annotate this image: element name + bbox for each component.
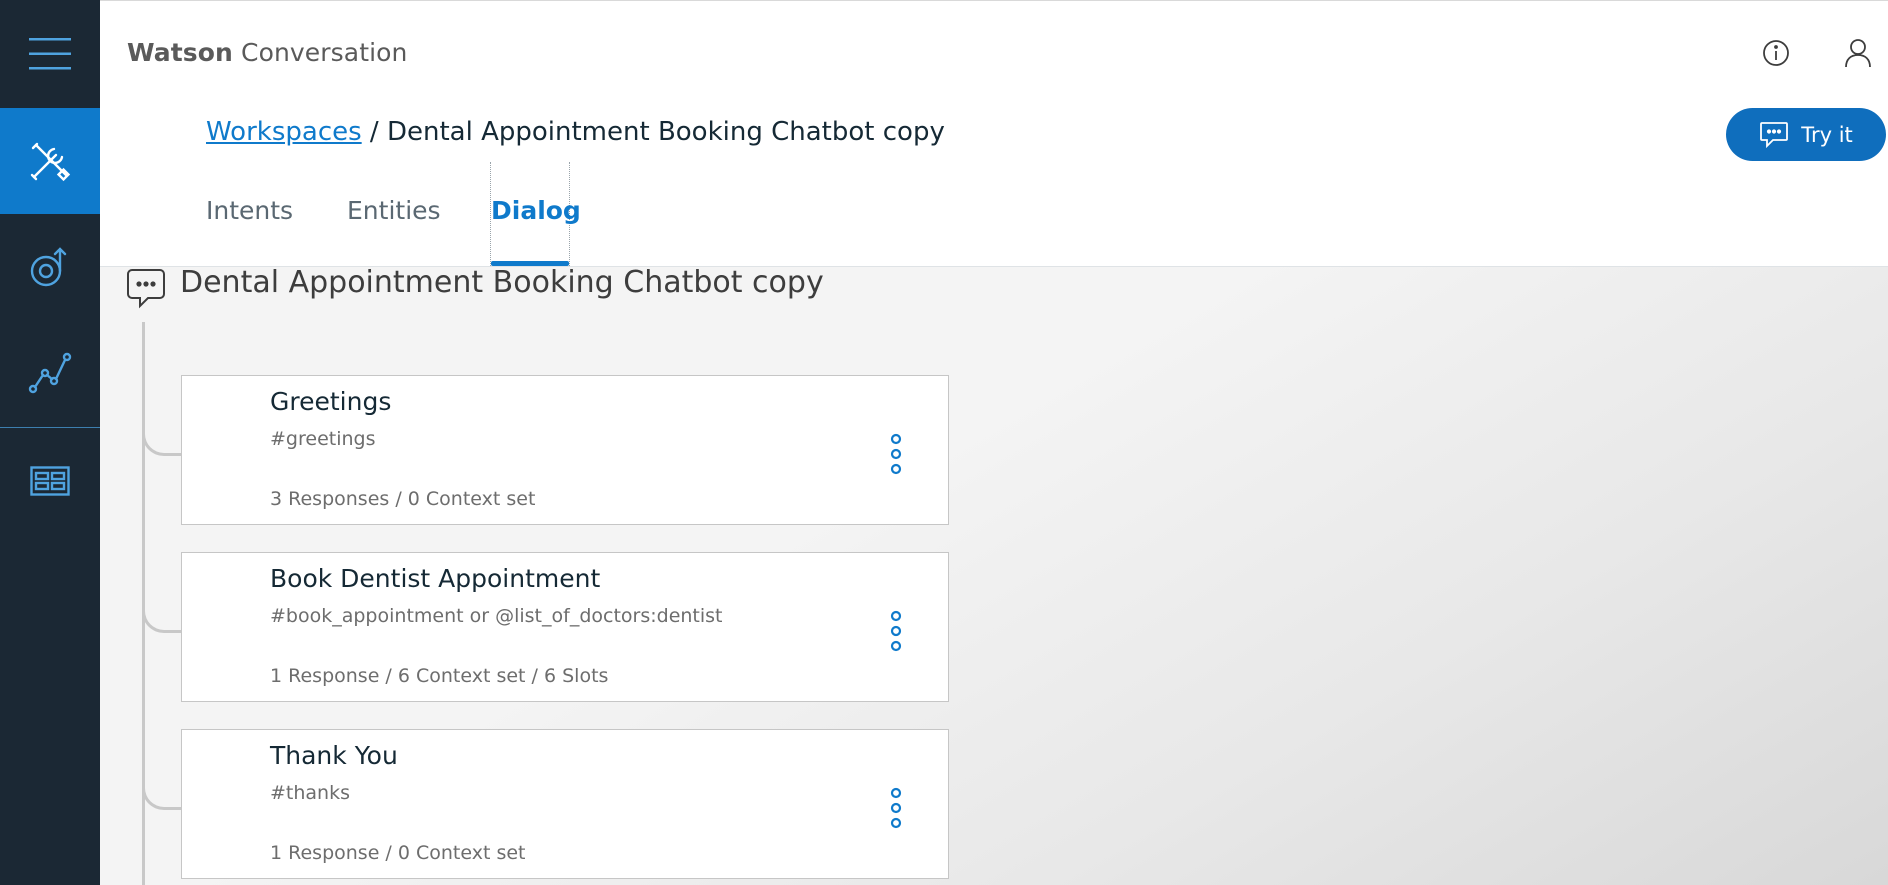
node-overflow-menu-button[interactable] (882, 785, 910, 831)
left-nav-rail (0, 0, 100, 885)
breadcrumb-current: Dental Appointment Booking Chatbot copy (386, 117, 945, 147)
rail-item-build[interactable] (0, 108, 100, 214)
tree-branch (142, 553, 182, 633)
tab-intents[interactable]: Intents (206, 196, 293, 225)
try-it-button[interactable]: Try it (1726, 108, 1886, 161)
dialog-node[interactable]: Greetings #greetings 3 Responses / 0 Con… (181, 375, 949, 525)
tab-entities[interactable]: Entities (347, 196, 441, 225)
tree-branch (142, 730, 182, 810)
dialog-node-condition: #thanks (270, 782, 350, 804)
dialog-node-title: Book Dentist Appointment (270, 564, 601, 593)
content-catalog-icon (30, 466, 70, 496)
analytics-icon (28, 352, 72, 394)
user-icon (1845, 39, 1871, 68)
top-border (100, 0, 1888, 1)
overflow-menu-icon (890, 787, 902, 829)
dialog-node-title: Greetings (270, 387, 392, 416)
tree-branch (142, 376, 182, 456)
dialog-node-condition: #greetings (270, 428, 376, 450)
root-node-icon-wrap (126, 268, 166, 314)
tools-icon (30, 142, 71, 182)
dialog-node-title: Thank You (270, 741, 398, 770)
node-overflow-menu-button[interactable] (882, 431, 910, 477)
dialog-node-summary: 3 Responses / 0 Context set (270, 488, 536, 510)
breadcrumb-workspaces-link[interactable]: Workspaces (206, 117, 362, 147)
dialog-node[interactable]: Book Dentist Appointment #book_appointme… (181, 552, 949, 702)
node-overflow-menu-button[interactable] (882, 608, 910, 654)
app-title-brand: Watson (127, 38, 233, 67)
tab-dialog[interactable]: Dialog (491, 196, 581, 225)
dialog-node[interactable]: Thank You #thanks 1 Response / 0 Context… (181, 729, 949, 879)
info-icon (1763, 40, 1789, 66)
improve-icon (30, 247, 67, 287)
chat-icon (1760, 121, 1789, 148)
rail-item-improve[interactable] (0, 214, 100, 320)
dialog-root-title: Dental Appointment Booking Chatbot copy (180, 265, 824, 300)
app-title-product: Conversation (232, 38, 408, 67)
breadcrumb-separator: / (361, 117, 387, 147)
app-title: Watson Conversation (127, 38, 408, 67)
overflow-menu-icon (890, 433, 902, 475)
info-button[interactable] (1759, 36, 1793, 70)
try-it-label: Try it (1801, 122, 1853, 147)
menu-button[interactable] (0, 0, 100, 108)
rail-item-analytics[interactable] (0, 320, 100, 426)
hamburger-menu-icon (29, 38, 71, 70)
chat-bubble-icon (127, 269, 165, 309)
breadcrumb: Workspaces / Dental Appointment Booking … (206, 117, 945, 147)
dialog-node-summary: 1 Response / 6 Context set / 6 Slots (270, 665, 609, 687)
rail-item-content-catalog[interactable] (0, 428, 100, 534)
overflow-menu-icon (890, 610, 902, 652)
dialog-node-summary: 1 Response / 0 Context set (270, 842, 526, 864)
user-button[interactable] (1841, 36, 1875, 70)
dialog-node-condition: #book_appointment or @list_of_doctors:de… (270, 605, 723, 627)
